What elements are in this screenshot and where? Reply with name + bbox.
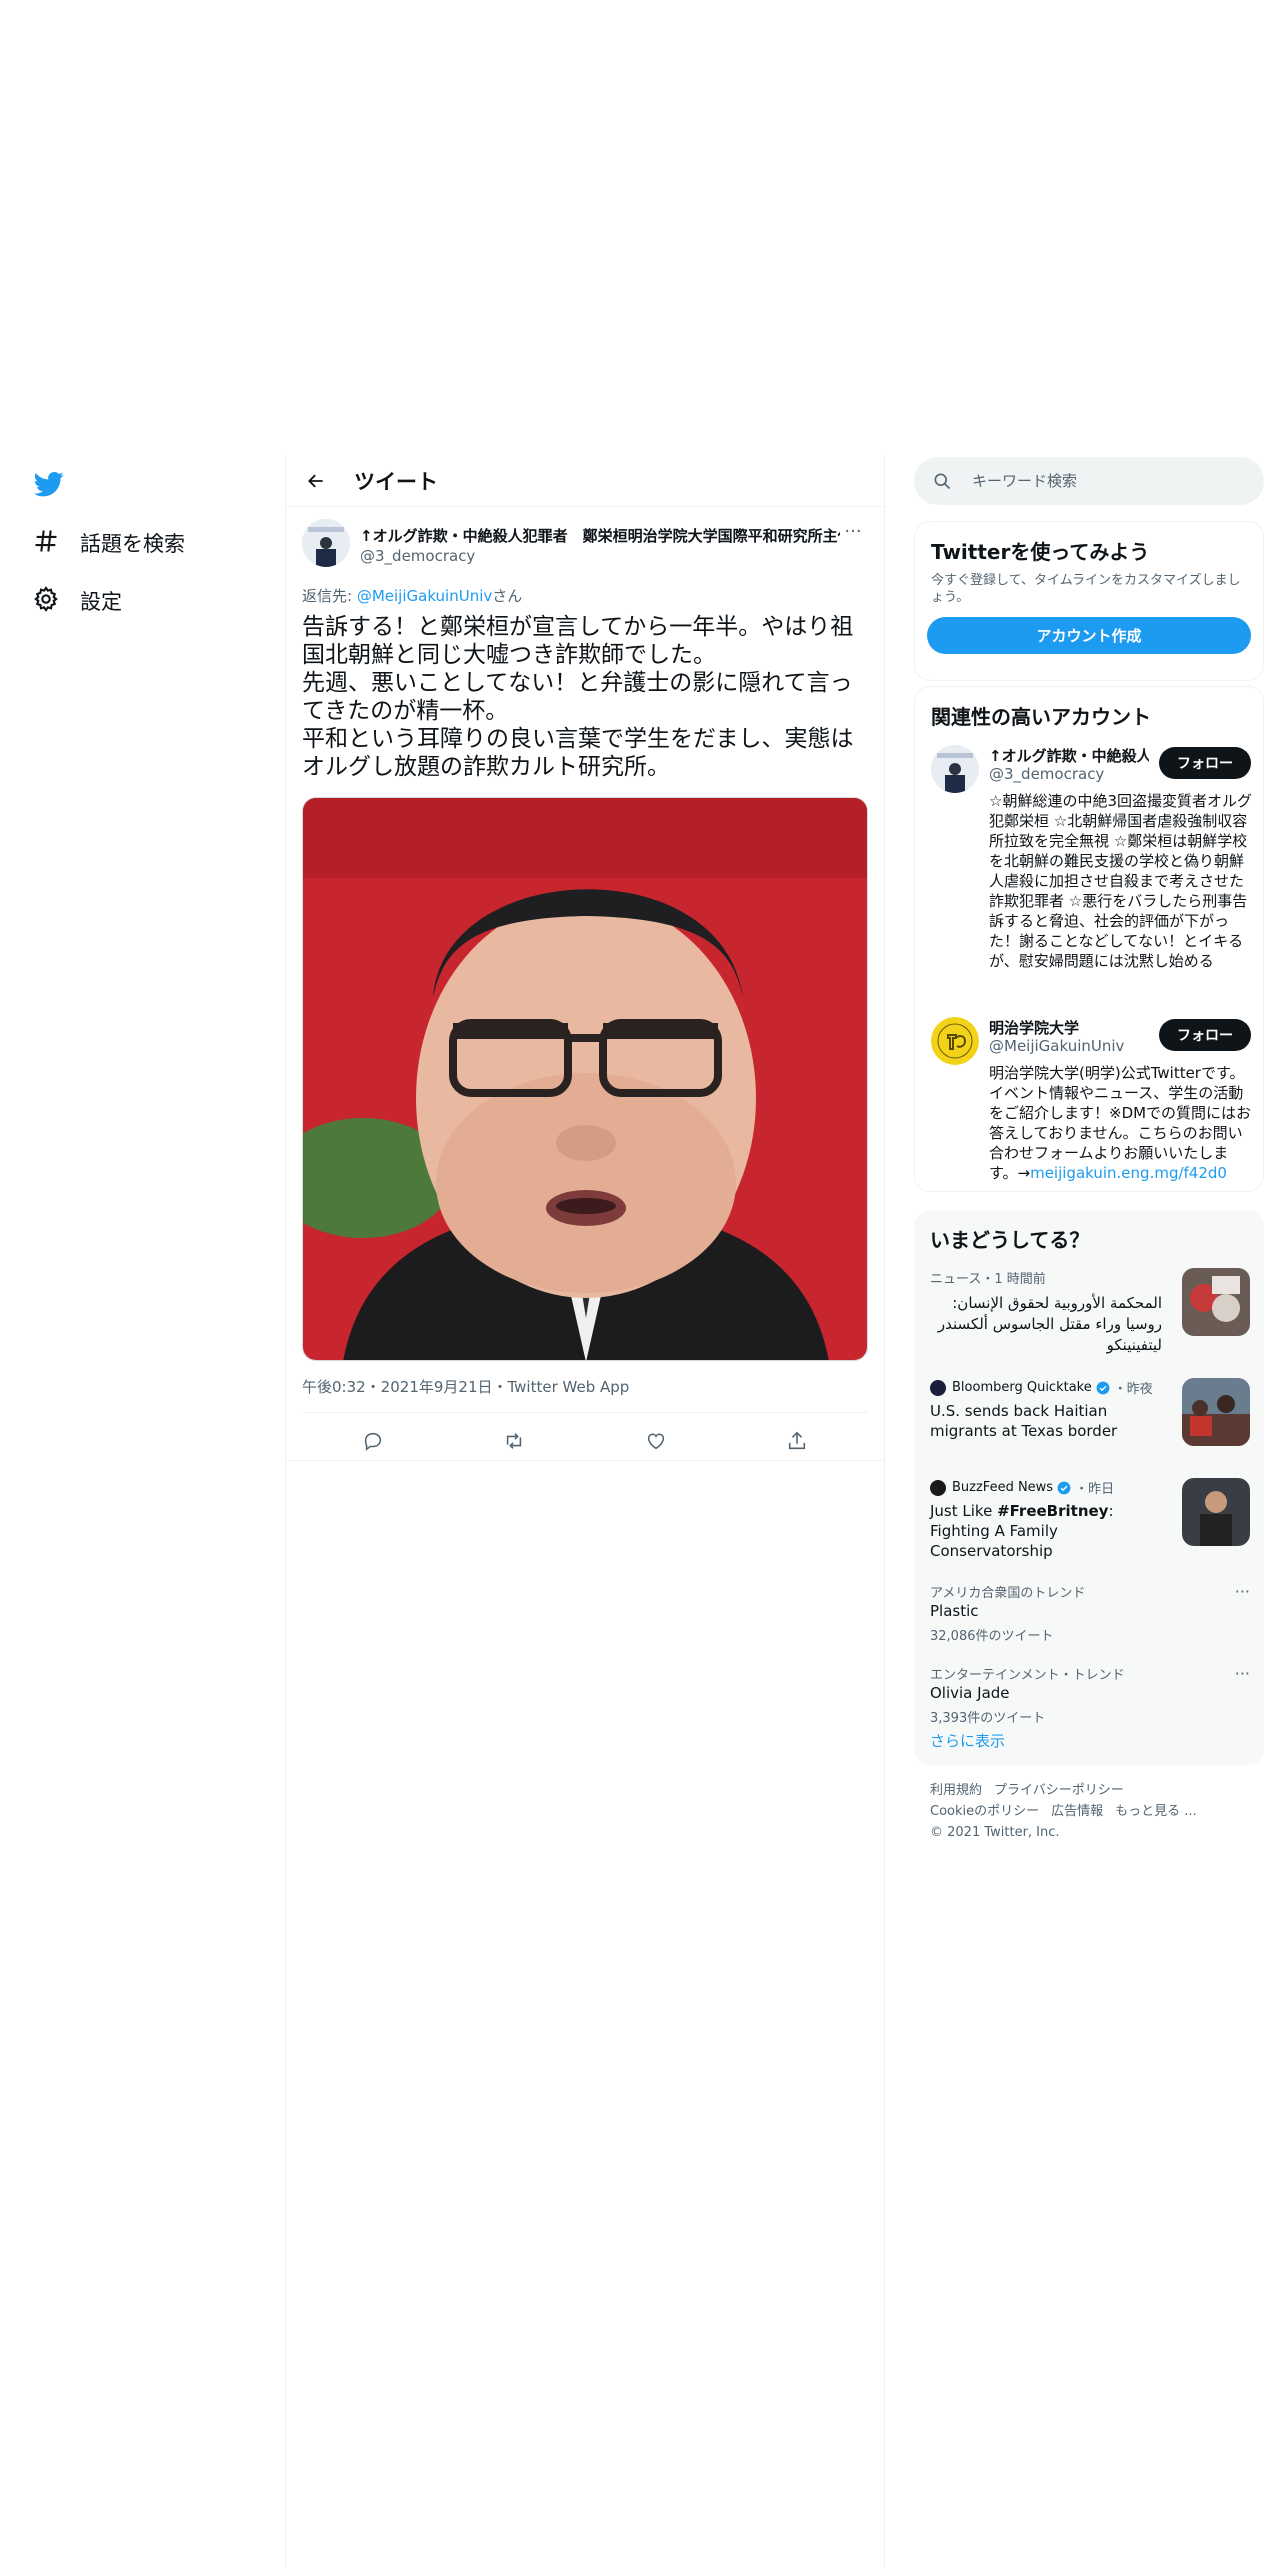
trend-title-part: Just Like	[930, 1502, 998, 1520]
account-name[interactable]: ↑オルグ詐欺・中絶殺人犯罪者	[989, 745, 1149, 766]
account-name[interactable]: 明治学院大学	[989, 1017, 1149, 1038]
account-avatar[interactable]	[931, 745, 979, 793]
trend-item[interactable]: BuzzFeed News ・昨日 Just Like #FreeBritney…	[930, 1478, 1250, 1560]
verified-icon	[1057, 1481, 1071, 1494]
page-title: ツイート	[354, 469, 438, 494]
trend-title: المحكمة الأوروبية لحقوق الإنسان: روسيا و…	[937, 1294, 1162, 1354]
trend-title: U.S. sends back Haitian migrants at Texa…	[930, 1402, 1118, 1440]
tweet-column: ツイート ↑オルグ詐欺・中絶殺人犯罪者 鄭栄桓明治学院大学国際平和研究所主任 @…	[286, 455, 884, 1461]
signup-subtitle: 今すぐ登録して、タイムラインをカスタマイズしましょう。	[931, 573, 1241, 605]
tweet-photo[interactable]	[302, 797, 868, 1361]
column-divider	[285, 455, 286, 2568]
footer-link[interactable]: Cookieのポリシー	[930, 1801, 1039, 1822]
trend-hashtag: #FreeBritney	[997, 1502, 1109, 1520]
footer-link[interactable]: 利用規約	[930, 1780, 982, 1801]
search-icon	[934, 473, 951, 490]
related-title: 関連性の高いアカウント	[931, 705, 1151, 729]
share-button[interactable]	[777, 1421, 817, 1461]
trend-more-button[interactable]: ···	[1235, 1664, 1250, 1683]
trend-source: Bloomberg Quicktake	[952, 1380, 1092, 1395]
related-accounts-card: 関連性の高いアカウント ↑オルグ詐欺・中絶殺人犯罪者 @3_democracy …	[914, 686, 1264, 1192]
heart-icon	[647, 1433, 664, 1450]
trend-thumbnail	[1182, 1268, 1250, 1336]
like-button[interactable]	[636, 1421, 676, 1461]
tweet-header: ツイート	[286, 455, 884, 507]
reply-button[interactable]	[353, 1421, 393, 1461]
share-icon	[789, 1431, 806, 1450]
nav-explore[interactable]: 話題を検索	[32, 523, 185, 563]
trend-source: BuzzFeed News	[952, 1480, 1054, 1495]
retweet-button[interactable]	[494, 1421, 534, 1461]
trend-count: 3,393件のツイート	[930, 1711, 1046, 1726]
trend-time: ・昨日	[1075, 1482, 1115, 1497]
trends-card: いまどうしてる？ ニュース・1 時間前 المحكمة الأوروبية لح…	[914, 1210, 1264, 1765]
tweet-timestamp[interactable]: 午後0:32・2021年9月21日・Twitter Web App	[302, 1376, 629, 1397]
account-handle[interactable]: @3_democracy	[989, 765, 1104, 783]
trend-item[interactable]: ニュース・1 時間前 المحكمة الأوروبية لحقوق الإنس…	[930, 1268, 1250, 1358]
reply-prefix: 返信先:	[302, 587, 357, 605]
signup-card: Twitterを使ってみよう 今すぐ登録して、タイムラインをカスタマイズしましょ…	[914, 521, 1264, 681]
search-input[interactable]	[972, 472, 1232, 490]
footer: 利用規約 プライバシーポリシー Cookieのポリシー 広告情報 もっと見る ... …	[930, 1780, 1250, 1843]
related-account[interactable]: ↑オルグ詐欺・中絶殺人犯罪者 @3_democracy フォロー ☆朝鮮総連の中…	[931, 745, 1252, 995]
tweet-text: 告訴する！と鄭栄桓が宣言してから一年半。やはり祖国北朝鮮と同じ大嘘つき詐欺師でし…	[302, 614, 854, 780]
verified-icon	[1096, 1381, 1110, 1394]
trend-title: Olivia Jade	[930, 1684, 1010, 1702]
bloomberg-logo-icon	[930, 1379, 946, 1396]
arrow-left-icon	[308, 474, 323, 487]
author-name[interactable]: ↑オルグ詐欺・中絶殺人犯罪者 鄭栄桓明治学院大学国際平和研究所主任	[360, 525, 840, 546]
trend-time: ・昨夜	[1113, 1382, 1153, 1397]
footer-link[interactable]: もっと見る ...	[1115, 1801, 1197, 1822]
account-bio: 明治学院大学(明学)公式Twitterです。イベント情報やニュース、学生の活動を…	[989, 1063, 1255, 1183]
account-avatar[interactable]	[931, 1017, 979, 1065]
buzzfeed-logo-icon	[930, 1479, 946, 1496]
trend-item[interactable]: エンターテインメント・トレンド Olivia Jade 3,393件のツイート …	[930, 1664, 1250, 1726]
author-handle[interactable]: @3_democracy	[360, 547, 475, 565]
divider	[286, 1460, 884, 1461]
create-account-button[interactable]: アカウント作成	[927, 617, 1251, 654]
trend-item[interactable]: Bloomberg Quicktake ・昨夜 U.S. sends back …	[930, 1378, 1250, 1448]
reply-to: 返信先: @MeijiGakuinUnivさん	[302, 585, 522, 606]
hashtag-icon	[32, 527, 60, 560]
trend-item[interactable]: アメリカ合衆国のトレンド Plastic 32,086件のツイート ···	[930, 1582, 1250, 1644]
gear-icon	[32, 585, 60, 618]
nav-settings[interactable]: 設定	[32, 581, 122, 621]
reply-icon	[364, 1432, 381, 1451]
column-divider	[884, 455, 885, 2568]
trend-title: Just Like #FreeBritney: Fighting A Famil…	[930, 1501, 1162, 1561]
follow-button[interactable]: フォロー	[1159, 1019, 1251, 1051]
trend-thumbnail	[1182, 1378, 1250, 1446]
signup-title: Twitterを使ってみよう	[931, 540, 1150, 564]
show-more-link[interactable]: さらに表示	[930, 1730, 1005, 1751]
reply-handle-link[interactable]: @MeijiGakuinUniv	[357, 587, 492, 605]
trend-meta: アメリカ合衆国のトレンド	[930, 1586, 1086, 1601]
trends-title: いまどうしてる？	[930, 1228, 1090, 1252]
related-account[interactable]: 明治学院大学 @MeijiGakuinUniv フォロー 明治学院大学(明学)公…	[931, 1017, 1251, 1187]
tweet-actions	[302, 1417, 868, 1465]
tweet-author: ↑オルグ詐欺・中絶殺人犯罪者 鄭栄桓明治学院大学国際平和研究所主任 @3_dem…	[302, 519, 868, 571]
nav-explore-label: 話題を検索	[80, 532, 185, 556]
trend-title: Plastic	[930, 1602, 979, 1620]
retweet-icon	[507, 1433, 522, 1449]
trend-count: 32,086件のツイート	[930, 1629, 1054, 1644]
trend-thumbnail	[1182, 1478, 1250, 1546]
account-bio: ☆朝鮮総連の中絶3回盗撮変質者オルグ犯鄭栄桓 ☆北朝鮮帰国者虐殺強制収容所拉致を…	[989, 792, 1252, 970]
footer-link[interactable]: 広告情報	[1051, 1801, 1103, 1822]
author-avatar[interactable]	[302, 519, 350, 567]
reply-suffix: さん	[492, 587, 523, 605]
nav-settings-label: 設定	[80, 590, 122, 614]
bio-link[interactable]: meijigakuin.eng.mg/f42d0	[1030, 1164, 1227, 1182]
trend-meta: エンターテインメント・トレンド	[930, 1668, 1125, 1683]
account-handle[interactable]: @MeijiGakuinUniv	[989, 1037, 1124, 1055]
more-options-button[interactable]: ···	[838, 521, 868, 545]
twitter-logo-icon[interactable]	[32, 469, 66, 499]
search-box	[914, 457, 1264, 505]
follow-button[interactable]: フォロー	[1159, 747, 1251, 779]
trend-more-button[interactable]: ···	[1235, 1582, 1250, 1601]
copyright: © 2021 Twitter, Inc.	[930, 1825, 1060, 1840]
back-button[interactable]	[296, 461, 336, 501]
divider	[302, 1412, 868, 1413]
footer-link[interactable]: プライバシーポリシー	[994, 1780, 1124, 1801]
